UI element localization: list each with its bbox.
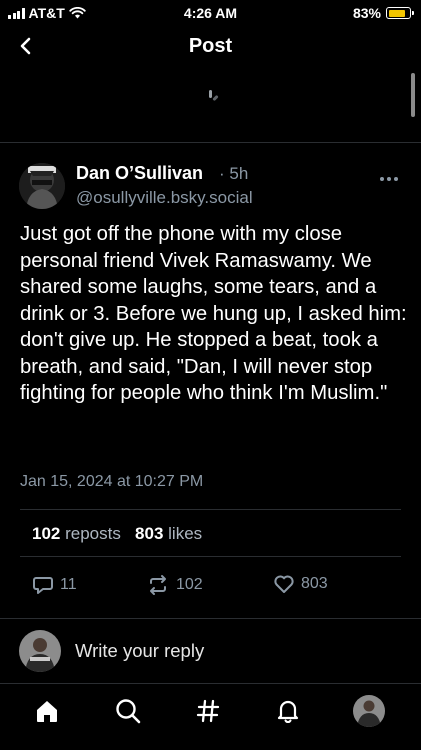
- divider: [20, 509, 401, 510]
- profile-avatar-image: [353, 695, 385, 727]
- page-title: Post: [188, 35, 233, 57]
- repost-count: 102: [176, 576, 203, 593]
- divider: [0, 618, 421, 619]
- author-handle[interactable]: @osullyville.bsky.social: [76, 188, 253, 208]
- post-text: Just got off the phone with my close per…: [20, 223, 407, 404]
- divider: [0, 142, 421, 143]
- search-icon: [116, 699, 141, 724]
- post-age: · 5h: [219, 164, 249, 183]
- more-dots-icon: [380, 177, 384, 181]
- heart-icon: [274, 575, 294, 593]
- home-icon: [37, 701, 57, 722]
- like-count: 803: [301, 575, 328, 592]
- likes-label[interactable]: likes: [168, 524, 202, 543]
- author-avatar[interactable]: [19, 163, 65, 209]
- reposts-count[interactable]: 102: [32, 524, 60, 543]
- divider: [20, 556, 401, 557]
- more-options-button[interactable]: [376, 170, 402, 188]
- scrollbar-thumb[interactable]: [411, 73, 415, 117]
- reply-count: 11: [60, 576, 77, 593]
- status-bar: AT&T 4:26 AM 83%: [0, 0, 421, 26]
- author-name[interactable]: Dan O’Sullivan: [76, 163, 203, 184]
- tab-feeds[interactable]: [191, 694, 225, 728]
- engagement-stats: 102 reposts 803 likes: [32, 524, 202, 544]
- my-avatar[interactable]: [19, 630, 61, 672]
- tab-notifications[interactable]: [271, 694, 305, 728]
- battery-icon: [386, 7, 414, 19]
- reposts-label[interactable]: reposts: [65, 524, 121, 543]
- policeman-avatar-image: [19, 163, 65, 209]
- reply-input[interactable]: Write your reply: [75, 640, 204, 662]
- battery-level: [388, 9, 406, 17]
- repost-icon: [150, 575, 166, 595]
- post-header: Post: [0, 26, 421, 68]
- user-avatar-image: [19, 630, 61, 672]
- more-dot: [394, 177, 398, 181]
- reply-bubble-icon: [33, 577, 53, 594]
- tab-search[interactable]: [111, 694, 145, 728]
- notifications-bell-icon: [277, 700, 299, 723]
- post-timestamp: Jan 15, 2024 at 10:27 PM: [20, 473, 204, 490]
- reply-button[interactable]: 11: [32, 574, 77, 596]
- like-button[interactable]: 803: [273, 574, 328, 594]
- repost-button[interactable]: 102: [146, 574, 203, 596]
- bottom-tab-bar: [0, 684, 421, 750]
- tab-profile[interactable]: [352, 694, 386, 728]
- profile-avatar: [353, 695, 385, 727]
- battery-percent: 83%: [352, 5, 381, 21]
- status-right: 83%: [352, 5, 414, 21]
- tab-home[interactable]: [30, 694, 64, 728]
- loading-spinner-icon: [205, 86, 225, 106]
- likes-count[interactable]: 803: [135, 524, 163, 543]
- post-actions: 11 102 803: [0, 574, 421, 600]
- more-dot: [387, 177, 391, 181]
- hashtag-icon: [196, 699, 220, 723]
